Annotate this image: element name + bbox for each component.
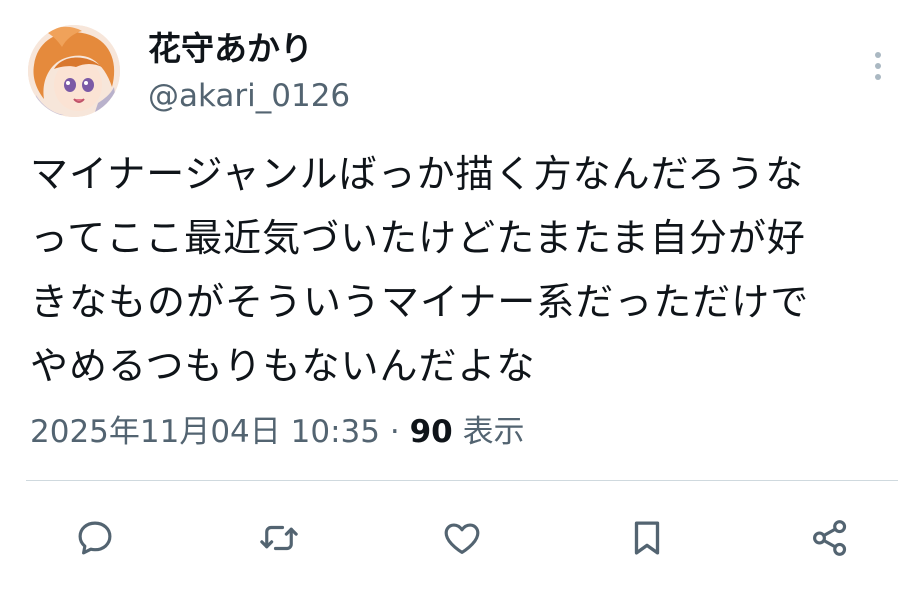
reply-button[interactable]: [71, 514, 119, 562]
tweet-text-line: やめるつもりもないんだよな: [30, 344, 536, 388]
tweet-text-line: マイナージャンルばっか描く方なんだろうな: [30, 152, 805, 196]
avatar[interactable]: [28, 25, 120, 117]
divider: [26, 480, 898, 481]
meta-separator: ·: [389, 414, 400, 450]
avatar-illustration: [28, 25, 120, 117]
tweet-text-line: ってここ最近気づいたけどたまたま自分が好: [30, 216, 806, 260]
heart-icon: [444, 523, 480, 554]
retweet-button[interactable]: [255, 514, 303, 562]
user-handle[interactable]: @akari_0126: [148, 76, 350, 116]
like-button[interactable]: [438, 514, 486, 562]
tweet-meta: 2025年11月04日 10:35 · 90 表示: [30, 411, 525, 453]
bookmark-icon: [634, 521, 660, 555]
display-name[interactable]: 花守あかり: [148, 28, 313, 70]
tweet-text-line: きなものがそういうマイナー系だっただけで: [30, 280, 810, 324]
more-options-button[interactable]: [860, 44, 896, 88]
tweet-text: マイナージャンルばっか描く方なんだろうな ってここ最近気づいたけどたまたま自分が…: [30, 142, 900, 398]
more-vertical-icon: [875, 52, 881, 80]
share-button[interactable]: [806, 514, 854, 562]
timestamp[interactable]: 2025年11月04日 10:35: [30, 414, 380, 450]
views-label: 表示: [462, 414, 525, 450]
bookmark-button[interactable]: [623, 514, 671, 562]
retweet-icon: [260, 525, 298, 551]
views-count[interactable]: 90: [410, 414, 453, 450]
reply-icon: [78, 521, 112, 555]
share-icon: [813, 520, 847, 556]
